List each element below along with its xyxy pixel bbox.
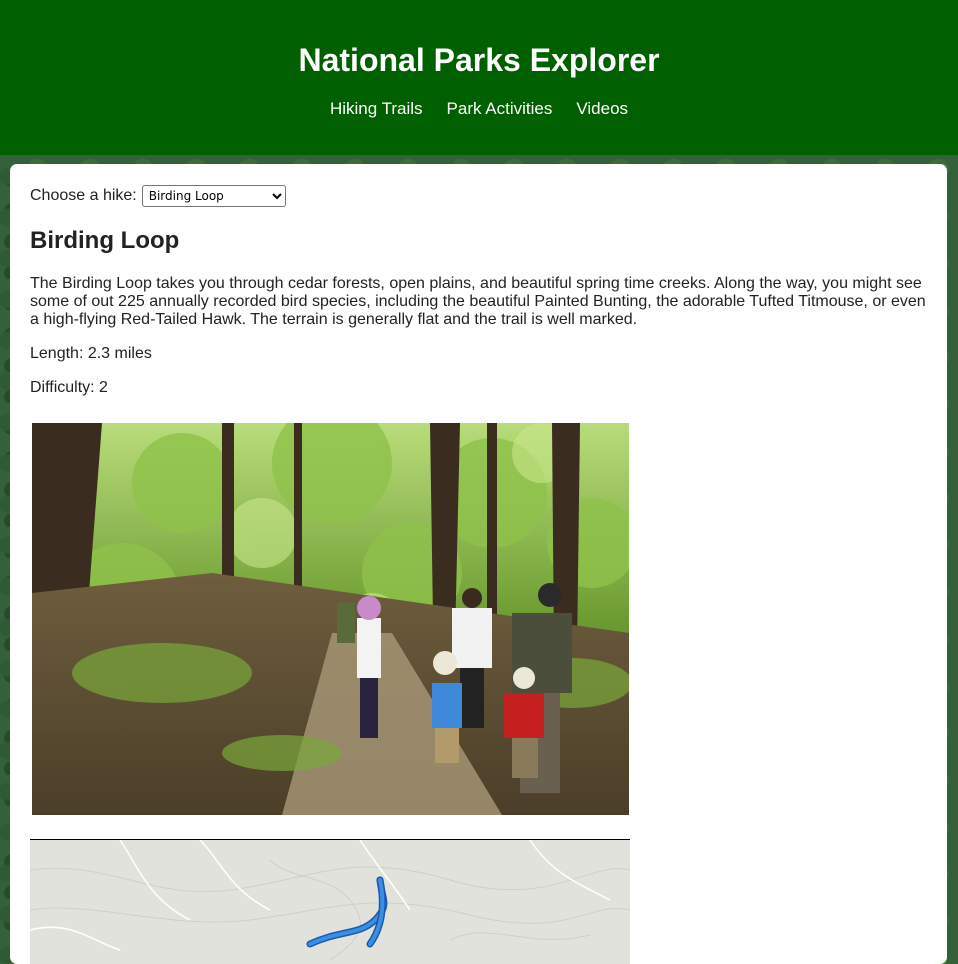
trail-photo (32, 423, 629, 815)
nav-videos[interactable]: Videos (576, 99, 628, 119)
content-panel: Choose a hike: Birding Loop Birding Loop… (10, 164, 947, 964)
main-nav: Hiking Trails Park Activities Videos (0, 99, 958, 119)
site-header: National Parks Explorer Hiking Trails Pa… (0, 0, 958, 155)
hike-select[interactable]: Birding Loop (141, 185, 286, 207)
hike-chooser: Choose a hike: Birding Loop (30, 185, 286, 207)
hike-title: Birding Loop (30, 227, 180, 254)
site-title: National Parks Explorer (298, 42, 660, 78)
hike-length: Length: 2.3 miles (30, 345, 152, 362)
nav-park-activities[interactable]: Park Activities (447, 99, 553, 119)
hike-description: The Birding Loop takes you through cedar… (30, 275, 926, 328)
nav-hiking-trails[interactable]: Hiking Trails (330, 99, 423, 119)
hike-difficulty: Difficulty: 2 (30, 379, 108, 396)
hike-chooser-label: Choose a hike: (30, 187, 137, 204)
trail-map (30, 839, 630, 964)
